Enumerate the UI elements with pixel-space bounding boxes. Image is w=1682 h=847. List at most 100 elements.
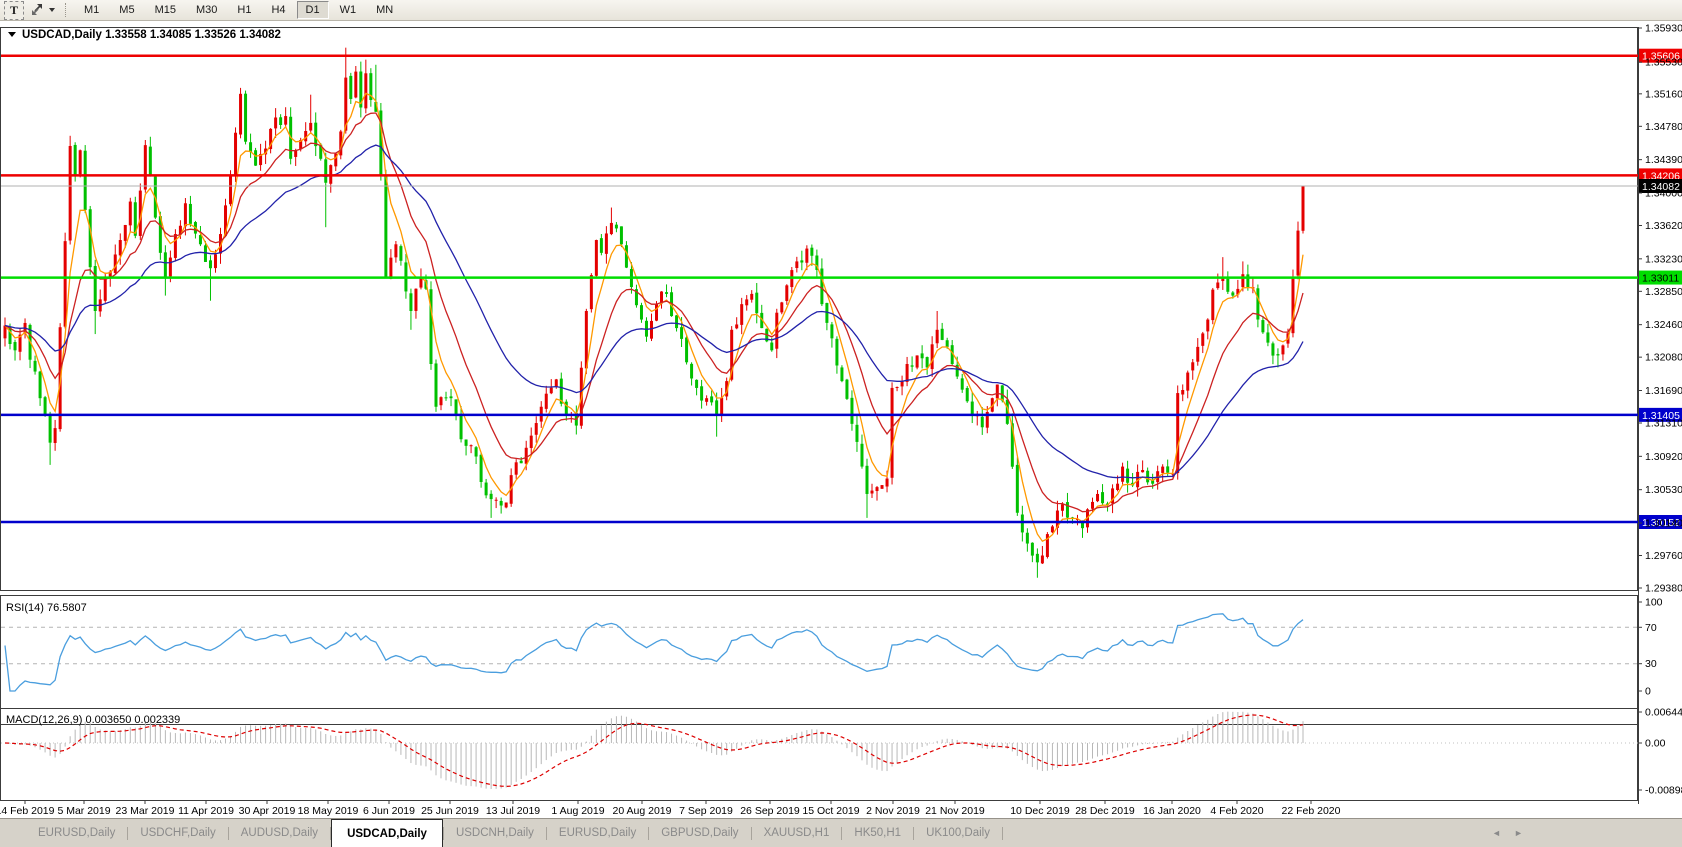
candle-body	[850, 397, 854, 424]
price-tick-label: 1.35530	[1645, 57, 1682, 69]
chart-tab-usdchf-daily[interactable]: USDCHF,Daily	[128, 819, 227, 847]
timeframe-button-h4[interactable]: H4	[262, 1, 294, 19]
candle-body	[840, 367, 844, 382]
timeframe-button-h1[interactable]: H1	[228, 1, 260, 19]
candle-body	[639, 305, 643, 320]
candle-body	[1276, 354, 1280, 356]
candle-body	[755, 292, 759, 314]
candle-body	[349, 75, 353, 99]
chart-title: USDCAD,Daily 1.33558 1.34085 1.33526 1.3…	[22, 29, 281, 41]
candle-body	[614, 224, 618, 229]
candle-body	[1231, 292, 1235, 296]
chart-tab-audusd-daily[interactable]: AUDUSD,Daily	[229, 819, 330, 847]
candle-body	[980, 416, 984, 428]
chart-tab-xauusd-h1[interactable]: XAUUSD,H1	[752, 819, 842, 847]
timeframe-button-m1[interactable]: M1	[75, 1, 108, 19]
candle-body	[234, 132, 238, 176]
candle-body	[254, 150, 258, 166]
candle-body	[173, 234, 177, 258]
timeframe-button-mn[interactable]: MN	[367, 1, 402, 19]
candle-body	[1266, 332, 1270, 343]
candle-body	[775, 312, 779, 349]
candle-body	[1126, 468, 1130, 483]
candle-body	[43, 397, 47, 416]
timeframe-button-m15[interactable]: M15	[146, 1, 185, 19]
candle-body	[1060, 504, 1064, 511]
candle-body	[239, 93, 243, 135]
candle-body	[399, 246, 403, 261]
chart-tab-hk50-h1[interactable]: HK50,H1	[842, 819, 913, 847]
time-tick-label: 1 Aug 2019	[551, 805, 604, 817]
tab-scroll-right-button[interactable]: ►	[1514, 828, 1523, 838]
candle-body	[1121, 466, 1125, 482]
candle-body	[244, 93, 248, 142]
candle-body	[83, 150, 87, 211]
candle-body	[168, 257, 172, 277]
candle-body	[364, 73, 368, 109]
chart-tab-eurusd-daily[interactable]: EURUSD,Daily	[26, 819, 127, 847]
price-tick-label: 1.32460	[1645, 319, 1682, 331]
candle-body	[675, 315, 679, 329]
candle-body	[609, 222, 613, 235]
candle-body	[960, 378, 964, 390]
candle-body	[459, 415, 463, 440]
timeframe-button-group: M1 M5 M15 M30 H1 H4 D1 W1 MN	[75, 1, 402, 19]
candle-body	[810, 247, 814, 256]
candle-body	[935, 329, 939, 344]
candle-body	[213, 254, 217, 269]
candle-body	[1025, 532, 1029, 544]
chart-tab-uk100-daily[interactable]: UK100,Daily	[914, 819, 1002, 847]
candle-body	[1000, 385, 1004, 401]
chart-tab-usdcad-daily[interactable]: USDCAD,Daily	[331, 819, 443, 847]
time-tick-label: 5 Mar 2019	[57, 805, 110, 817]
chart-background	[0, 21, 1682, 818]
candle-body	[655, 304, 659, 321]
candle-body	[48, 413, 52, 443]
candle-body	[905, 363, 909, 382]
candle-body	[1035, 553, 1039, 563]
time-tick-label: 30 Apr 2019	[239, 805, 296, 817]
price-tick-label: 1.35160	[1645, 88, 1682, 100]
candle-body	[1101, 492, 1105, 504]
macd-label: MACD(12,26,9) 0.003650 0.002339	[6, 714, 180, 726]
candle-body	[53, 428, 57, 443]
timeframe-button-m5[interactable]: M5	[110, 1, 143, 19]
dropdown-caret-icon[interactable]	[49, 8, 55, 12]
price-chart[interactable]: 1.356061.342061.330111.314051.301521.340…	[0, 21, 1682, 818]
chart-window: 1.35606 1.34206 1.33011 1.31405 1.30152 1.340…	[0, 21, 1682, 818]
candle-body	[143, 145, 147, 190]
chart-tab-gbpusd-daily[interactable]: GBPUSD,Daily	[649, 819, 750, 847]
candle-body	[1161, 466, 1165, 473]
price-tick-label: 1.32080	[1645, 352, 1682, 364]
timeframe-button-d1[interactable]: D1	[296, 1, 329, 19]
chart-tab-usdcnh-daily[interactable]: USDCNH,Daily	[444, 819, 546, 847]
timeframe-button-m30[interactable]: M30	[187, 1, 226, 19]
candle-body	[534, 423, 538, 435]
candle-body	[409, 293, 413, 311]
candle-body	[208, 260, 212, 269]
candle-body	[700, 386, 704, 401]
candle-body	[1211, 289, 1215, 321]
candle-body	[78, 150, 82, 175]
candle-body	[284, 116, 288, 125]
candle-body	[103, 278, 107, 301]
candle-body	[1241, 274, 1245, 288]
tab-scroll-left-button[interactable]: ◄	[1492, 828, 1501, 838]
candle-body	[279, 117, 283, 125]
candle-body	[925, 357, 929, 368]
candle-body	[324, 159, 328, 183]
candle-body	[665, 292, 669, 294]
candle-body	[1040, 555, 1044, 564]
text-tool-button[interactable]: T	[4, 0, 24, 20]
candle-body	[770, 342, 774, 351]
diagonal-arrows-icon	[32, 4, 42, 15]
candle-body	[599, 238, 603, 253]
candle-body	[1281, 345, 1285, 355]
quick-trade-icon[interactable]	[28, 2, 46, 19]
time-tick-label: 22 Feb 2020	[1282, 805, 1341, 817]
price-tick-label: 1.31310	[1645, 417, 1682, 429]
candle-body	[439, 397, 443, 406]
timeframe-button-w1[interactable]: W1	[331, 1, 366, 19]
chart-tab-eurusd-daily[interactable]: EURUSD,Daily	[547, 819, 648, 847]
candle-body	[940, 328, 944, 340]
